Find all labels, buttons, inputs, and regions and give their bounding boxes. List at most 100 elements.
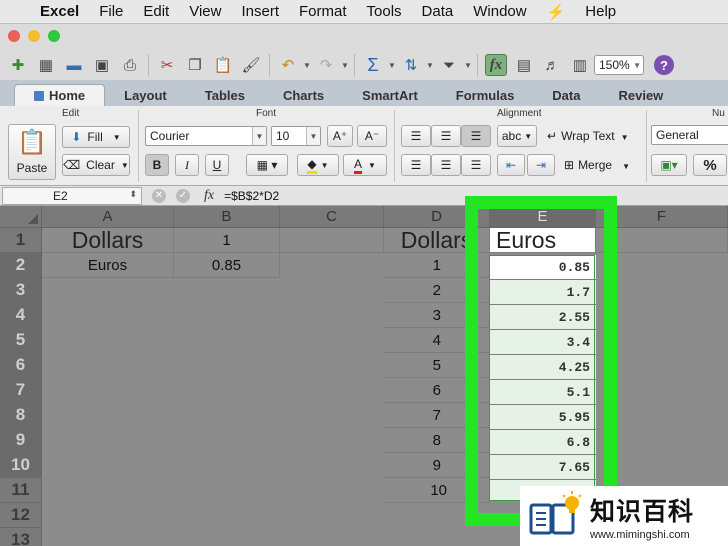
fill-button[interactable]: ⬇ Fill ▼: [62, 126, 130, 148]
row-header-2[interactable]: 2: [0, 253, 42, 278]
tab-review[interactable]: Review: [599, 84, 682, 106]
undo-dropdown-icon[interactable]: ▼: [303, 54, 311, 76]
percent-button[interactable]: %: [693, 154, 727, 176]
row-header-1[interactable]: 1: [0, 228, 42, 253]
cut-icon[interactable]: ✂: [156, 54, 178, 76]
cell-e10[interactable]: 7.65: [490, 455, 596, 480]
cell-e7[interactable]: 5.1: [490, 380, 596, 405]
stepper-icon[interactable]: ⬍: [129, 189, 137, 200]
align-center-button[interactable]: ☰: [431, 154, 461, 176]
cell-d10[interactable]: 9: [384, 453, 490, 478]
zoom-select[interactable]: 150% ▼: [594, 55, 644, 75]
redo-icon[interactable]: ↷: [315, 54, 337, 76]
cancel-icon[interactable]: ✕: [152, 188, 166, 203]
column-header-a[interactable]: A: [42, 206, 174, 228]
cell-d7[interactable]: 6: [384, 378, 490, 403]
tab-home[interactable]: Home: [14, 84, 106, 106]
cell-e5[interactable]: 3.4: [490, 330, 596, 355]
tab-data[interactable]: Data: [533, 84, 599, 106]
column-header-b[interactable]: B: [174, 206, 280, 228]
filter-icon[interactable]: ⏷: [438, 54, 460, 76]
grow-font-button[interactable]: A⁺: [327, 125, 353, 147]
format-painter-icon[interactable]: 🖌: [240, 54, 262, 76]
close-window-button[interactable]: [8, 30, 20, 42]
minimize-window-button[interactable]: [28, 30, 40, 42]
orientation-button[interactable]: abc ▼: [497, 125, 537, 147]
row-header-13[interactable]: 13: [0, 528, 42, 546]
paste-button[interactable]: 📋 Paste: [8, 124, 56, 180]
align-middle-button[interactable]: ☰: [431, 125, 461, 147]
cell-e4[interactable]: 2.55: [490, 305, 596, 330]
autosum-icon[interactable]: Σ: [362, 54, 384, 76]
redo-dropdown-icon[interactable]: ▼: [341, 54, 349, 76]
row-header-4[interactable]: 4: [0, 303, 42, 328]
menu-help[interactable]: Help: [585, 3, 616, 20]
increase-indent-button[interactable]: ⇥: [527, 154, 555, 176]
menu-tools[interactable]: Tools: [367, 3, 402, 20]
bold-button[interactable]: B: [145, 154, 169, 176]
menu-file[interactable]: File: [99, 3, 123, 20]
wrap-text-button[interactable]: ↵ Wrap Text ▼: [547, 129, 629, 143]
row-header-8[interactable]: 8: [0, 403, 42, 428]
row-header-10[interactable]: 10: [0, 453, 42, 478]
align-left-button[interactable]: ☰: [401, 154, 431, 176]
row-header-7[interactable]: 7: [0, 378, 42, 403]
cell-b1[interactable]: 1: [174, 228, 280, 253]
save-icon[interactable]: ▣: [91, 54, 113, 76]
column-header-f[interactable]: F: [596, 206, 728, 228]
help-icon[interactable]: ?: [654, 55, 674, 75]
sort-icon[interactable]: ⇅: [400, 54, 422, 76]
clear-button[interactable]: ⌫ Clear ▼: [62, 154, 130, 176]
tab-charts[interactable]: Charts: [264, 84, 343, 106]
column-header-d[interactable]: D: [384, 206, 490, 228]
gallery-icon[interactable]: ▤: [513, 54, 535, 76]
tab-tables[interactable]: Tables: [186, 84, 264, 106]
tab-smartart[interactable]: SmartArt: [343, 84, 437, 106]
column-header-e[interactable]: E: [490, 206, 596, 228]
copy-icon[interactable]: ❐: [184, 54, 206, 76]
number-format-select[interactable]: General: [651, 125, 728, 145]
align-right-button[interactable]: ☰: [461, 154, 491, 176]
fill-color-button[interactable]: ◆ ▼: [297, 154, 339, 176]
row-header-12[interactable]: 12: [0, 503, 42, 528]
row-header-3[interactable]: 3: [0, 278, 42, 303]
cell-d2[interactable]: 1: [384, 253, 490, 278]
tab-layout[interactable]: Layout: [105, 84, 186, 106]
font-size-select[interactable]: 10 ▼: [271, 126, 321, 146]
cell-c1[interactable]: [280, 228, 384, 253]
align-bottom-button[interactable]: ☰: [461, 125, 491, 147]
confirm-icon[interactable]: ✓: [176, 188, 190, 203]
row-header-5[interactable]: 5: [0, 328, 42, 353]
new-document-icon[interactable]: ✚: [7, 54, 29, 76]
cell-d6[interactable]: 5: [384, 353, 490, 378]
menu-view[interactable]: View: [189, 3, 221, 20]
filter-dropdown-icon[interactable]: ▼: [464, 54, 472, 76]
cell-d5[interactable]: 4: [384, 328, 490, 353]
cell-d4[interactable]: 3: [384, 303, 490, 328]
borders-button[interactable]: ▦ ▾: [246, 154, 288, 176]
font-name-select[interactable]: Courier ▼: [145, 126, 267, 146]
cell-e9[interactable]: 6.8: [490, 430, 596, 455]
align-top-button[interactable]: ☰: [401, 125, 431, 147]
cell-f1[interactable]: [596, 228, 728, 253]
column-header-c[interactable]: C: [280, 206, 384, 228]
decrease-indent-button[interactable]: ⇤: [497, 154, 525, 176]
cell-a2[interactable]: Euros: [42, 253, 174, 278]
insert-function-button[interactable]: fx: [204, 188, 214, 204]
shrink-font-button[interactable]: A⁻: [357, 125, 387, 147]
cell-d9[interactable]: 8: [384, 428, 490, 453]
menu-edit[interactable]: Edit: [143, 3, 169, 20]
cell-a1[interactable]: Dollars: [42, 228, 174, 253]
cell-e8[interactable]: 5.95: [490, 405, 596, 430]
undo-icon[interactable]: ↶: [277, 54, 299, 76]
script-menu-icon[interactable]: ⚡: [547, 3, 566, 21]
menu-insert[interactable]: Insert: [241, 3, 279, 20]
cell-b2[interactable]: 0.85: [174, 253, 280, 278]
templates-icon[interactable]: ▦: [35, 54, 57, 76]
merge-button[interactable]: ⊞ Merge ▼: [564, 158, 630, 172]
row-header-11[interactable]: 11: [0, 478, 42, 503]
italic-button[interactable]: I: [175, 154, 199, 176]
font-color-button[interactable]: A ▼: [343, 154, 387, 176]
currency-format-button[interactable]: ▣▾: [651, 154, 687, 176]
row-header-6[interactable]: 6: [0, 353, 42, 378]
